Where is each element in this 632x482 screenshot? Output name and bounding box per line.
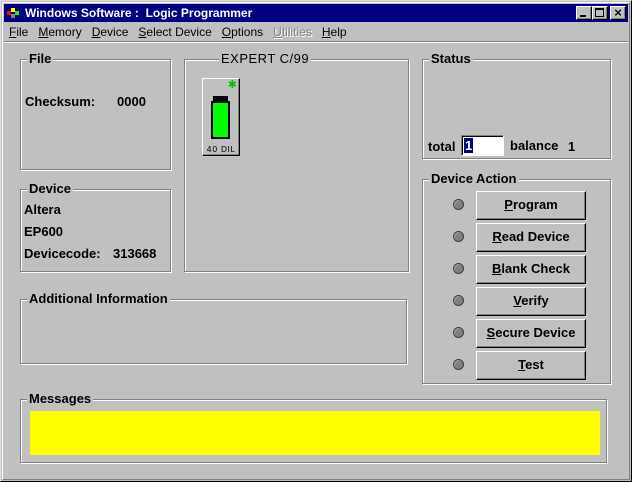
menu-separator xyxy=(4,41,628,43)
chip-icon xyxy=(211,101,230,139)
device-group-label: Device xyxy=(27,181,73,196)
device-action-label: Device Action xyxy=(429,171,519,186)
balance-value: 1 xyxy=(568,139,576,154)
file-group: File xyxy=(20,52,171,170)
balance-label: balance xyxy=(510,138,559,153)
read-device-button[interactable]: Read Device xyxy=(476,223,586,252)
window-title: Windows Software : Logic Programmer xyxy=(25,6,253,20)
status-group-label: Status xyxy=(429,51,473,66)
programmer-label: EXPERT C/99 xyxy=(219,51,312,66)
menu-help[interactable]: Help xyxy=(317,25,352,39)
read-device-status-led xyxy=(453,231,464,242)
messages-area xyxy=(30,411,600,455)
title-bar[interactable]: Windows Software : Logic Programmer × xyxy=(4,4,628,22)
total-input[interactable]: 1 xyxy=(461,135,504,156)
additional-info-group: Additional Information xyxy=(20,292,407,364)
socket-caption: 40 DIL xyxy=(206,145,236,154)
menu-select-device[interactable]: Select Device xyxy=(133,25,216,39)
program-button[interactable]: Program xyxy=(476,191,586,220)
additional-info-label: Additional Information xyxy=(27,291,170,306)
menu-bar: File Memory Device Select Device Options… xyxy=(4,23,628,41)
minimize-icon xyxy=(580,15,586,17)
checksum-value: 0000 xyxy=(117,94,146,109)
minimize-button[interactable] xyxy=(576,6,592,20)
file-group-label: File xyxy=(27,51,54,66)
program-status-led xyxy=(453,199,464,210)
device-part: EP600 xyxy=(24,224,64,239)
menu-options[interactable]: Options xyxy=(217,25,268,39)
test-button[interactable]: Test xyxy=(476,351,586,380)
checksum-label: Checksum: xyxy=(25,94,96,109)
ready-indicator-icon: ✱ xyxy=(227,79,237,91)
blank-check-button[interactable]: Blank Check xyxy=(476,255,586,284)
menu-memory[interactable]: Memory xyxy=(33,25,86,39)
total-label: total xyxy=(428,139,456,154)
device-socket-button[interactable]: ✱ 40 DIL xyxy=(202,78,240,156)
maximize-icon xyxy=(595,8,604,17)
close-icon: × xyxy=(614,5,622,20)
secure-device-status-led xyxy=(453,327,464,338)
app-icon[interactable] xyxy=(6,6,22,20)
device-manufacturer: Altera xyxy=(24,202,61,217)
blank-check-status-led xyxy=(453,263,464,274)
devicecode-value: 313668 xyxy=(113,246,157,261)
verify-button[interactable]: Verify xyxy=(476,287,586,316)
maximize-button[interactable] xyxy=(592,6,608,20)
devicecode-label: Devicecode: xyxy=(24,246,101,261)
total-value: 1 xyxy=(464,138,474,153)
menu-device[interactable]: Device xyxy=(87,25,134,39)
messages-label: Messages xyxy=(27,391,94,406)
menu-utilities[interactable]: Utilities xyxy=(268,25,317,39)
verify-status-led xyxy=(453,295,464,306)
test-status-led xyxy=(453,359,464,370)
menu-file[interactable]: File xyxy=(4,25,33,39)
secure-device-button[interactable]: Secure Device xyxy=(476,319,586,348)
close-button[interactable]: × xyxy=(610,6,626,20)
